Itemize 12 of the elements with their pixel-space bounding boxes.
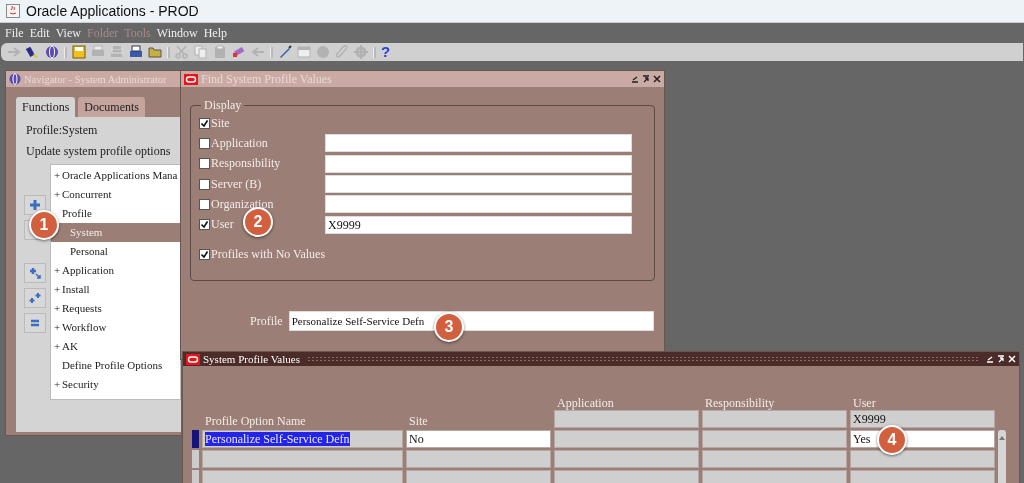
column-header: Application xyxy=(556,397,615,410)
column-header: User xyxy=(852,397,877,410)
function-description: Update system profile options xyxy=(26,143,172,160)
column-header: Responsibility xyxy=(704,397,776,410)
context-field: X9999 xyxy=(850,410,995,428)
group-label: Display xyxy=(203,98,243,113)
column-header: Site xyxy=(408,415,429,430)
window-title: Oracle Applications - PROD xyxy=(26,3,199,19)
column-header: Profile Option Name xyxy=(204,415,307,430)
function-heading: Profile:System xyxy=(26,122,99,139)
field-label: Profile xyxy=(250,313,283,329)
window-title: System Profile Values xyxy=(203,353,300,365)
